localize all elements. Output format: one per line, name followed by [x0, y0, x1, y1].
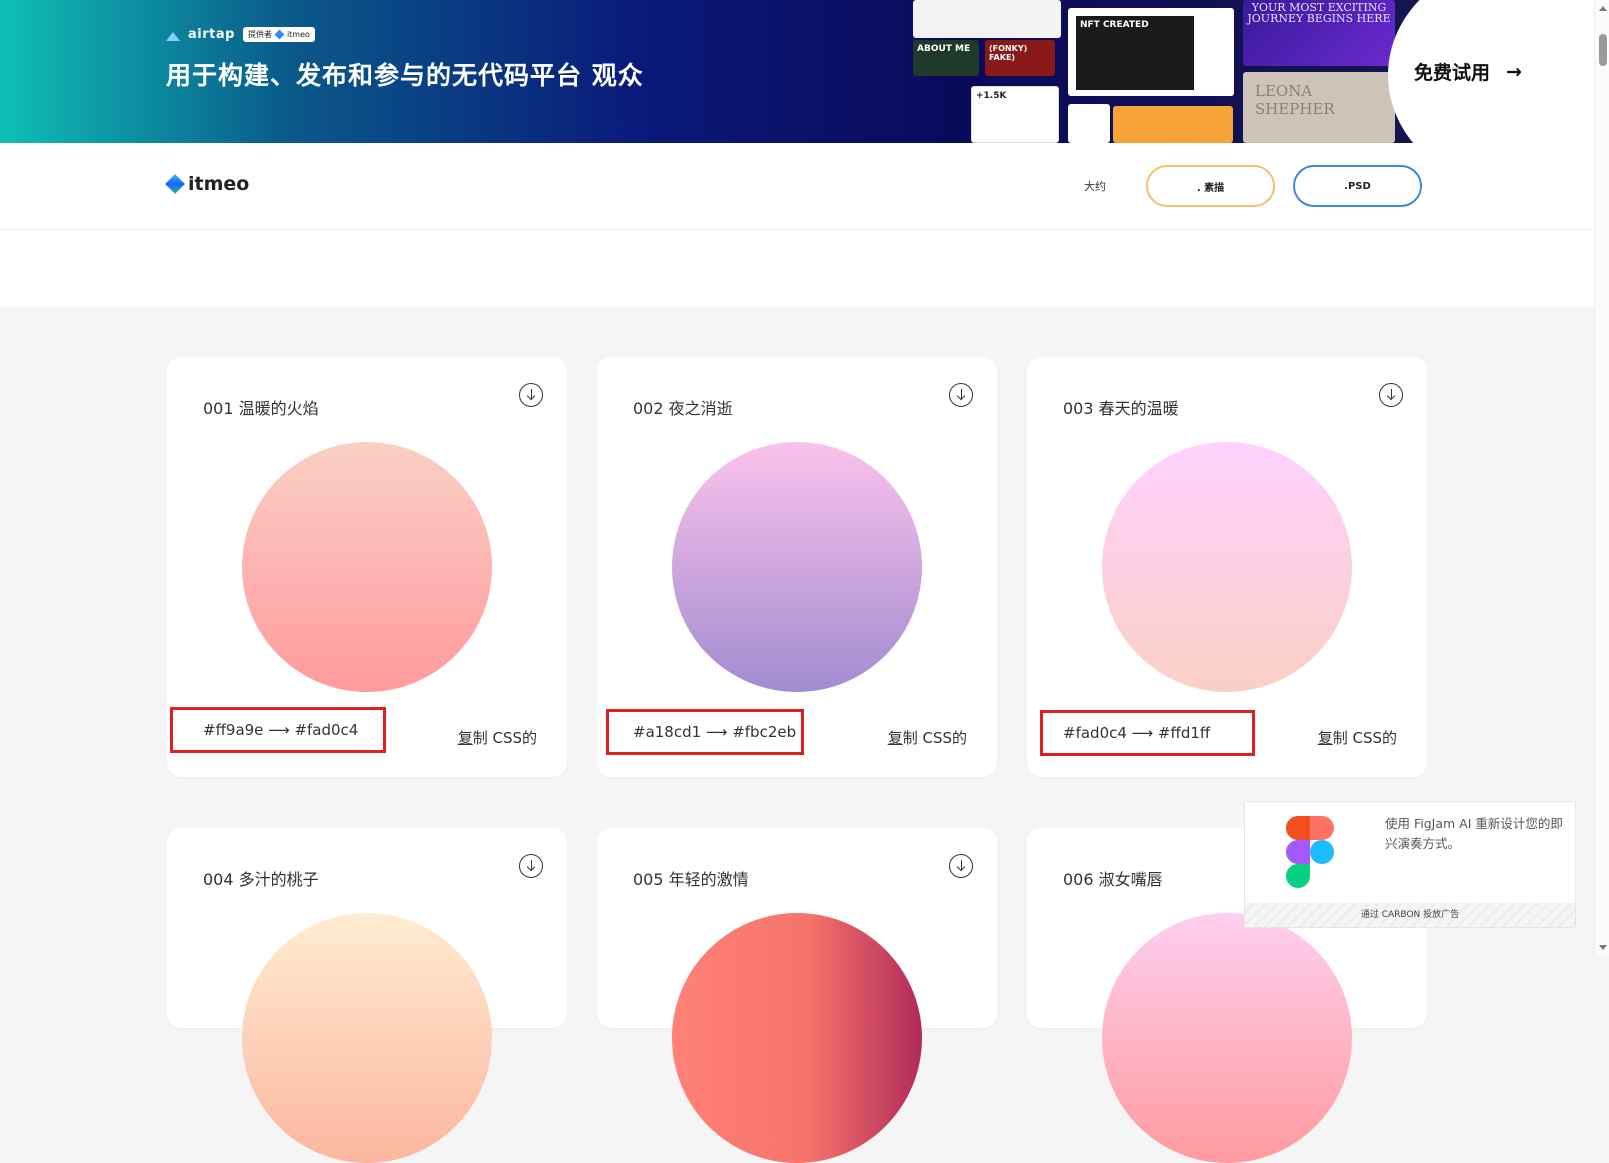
- card-title: 002 夜之消逝: [633, 399, 733, 418]
- thumb-fonky-label: (FONKY) FAKE): [989, 44, 1028, 62]
- gradient-card: 002 夜之消逝 #a18cd1 ⟶ #fbc2eb 复制 CSS的: [597, 357, 997, 777]
- copy-css-link[interactable]: 复制 CSS的: [458, 727, 537, 748]
- ad-text[interactable]: 使用 FigJam AI 重新设计您的即兴演奏方式。: [1385, 814, 1567, 854]
- hex-range-label: #fad0c4 ⟶ #ffd1ff: [1040, 710, 1255, 756]
- arrow-right-icon: →: [1506, 60, 1522, 83]
- download-icon[interactable]: [519, 854, 543, 878]
- card-title: 003 春天的温暖: [1063, 399, 1179, 418]
- card-title: 001 温暖的火焰: [203, 399, 319, 418]
- hex-range-label: #a18cd1 ⟶ #fbc2eb: [606, 709, 804, 755]
- copy-css-rest: 制 CSS的: [472, 729, 537, 747]
- figma-logo-icon: [1245, 802, 1375, 902]
- vertical-scrollbar[interactable]: [1594, 0, 1609, 956]
- banner-brand: airtap 提供者 itmeo: [166, 27, 315, 42]
- hex-range-label: #ff9a9e ⟶ #fad0c4: [170, 707, 386, 753]
- copy-css-prefix: 复: [457, 729, 473, 747]
- thumb-fonky: (FONKY) FAKE): [985, 40, 1055, 76]
- sketch-download-button[interactable]: . 素描: [1146, 165, 1275, 207]
- banner-thumbnails: ABOUT ME (FONKY) FAKE) +1.5K NFT CREATED…: [913, 0, 1395, 143]
- ad-footer[interactable]: 通过 CARBON 投放广告: [1245, 903, 1575, 927]
- scrollbar-thumb[interactable]: [1599, 34, 1607, 66]
- thumb-purple: [1068, 104, 1110, 143]
- thumb-stats: +1.5K: [971, 86, 1059, 143]
- download-icon[interactable]: [949, 383, 973, 407]
- copy-css-prefix: 复: [887, 729, 903, 747]
- thumb-leona: LEONA SHEPHER: [1243, 72, 1395, 143]
- free-trial-button[interactable]: 免费试用 →: [1414, 58, 1522, 85]
- airtap-logo-icon: [166, 29, 180, 41]
- promo-banner[interactable]: airtap 提供者 itmeo 用于构建、发布和参与的无代码平台 观众 ABO…: [0, 0, 1594, 143]
- psd-download-button[interactable]: .PSD: [1293, 165, 1422, 207]
- banner-brand-name: airtap: [188, 27, 235, 42]
- download-icon[interactable]: [949, 854, 973, 878]
- thumb-stat-label: +1.5K: [976, 91, 1007, 101]
- card-title: 004 多汁的桃子: [203, 870, 319, 889]
- itmeo-mini-icon: [274, 29, 285, 40]
- site-logo[interactable]: itmeo: [165, 173, 250, 195]
- copy-css-link[interactable]: 复制 CSS的: [1318, 727, 1397, 748]
- thumb-about-label: ABOUT ME: [917, 44, 971, 54]
- scroll-up-icon[interactable]: [1599, 6, 1607, 11]
- nav-about-link[interactable]: 大约: [1084, 178, 1106, 194]
- card-title: 006 淑女嘴唇: [1063, 870, 1163, 889]
- thumb-nft: NFT CREATED: [1068, 8, 1234, 96]
- provided-by-partner: itmeo: [286, 30, 310, 39]
- free-trial-label: 免费试用: [1414, 62, 1491, 84]
- download-icon[interactable]: [1379, 383, 1403, 407]
- copy-css-rest: 制 CSS的: [1332, 729, 1397, 747]
- gradient-card: 005 年轻的激情: [597, 828, 997, 1163]
- download-icon[interactable]: [519, 383, 543, 407]
- banner-headline: 用于构建、发布和参与的无代码平台 观众: [166, 61, 644, 90]
- gradient-card: 001 温暖的火焰 #ff9a9e ⟶ #fad0c4 复制 CSS的: [167, 357, 567, 777]
- gradient-circle: [242, 442, 492, 692]
- gradient-circle: [672, 442, 922, 692]
- thumb-journey: YOUR MOST EXCITING JOURNEY BEGINS HERE: [1243, 0, 1395, 66]
- gradient-circle: [672, 913, 922, 1163]
- thumb-about: ABOUT ME: [913, 40, 979, 76]
- itmeo-logo-icon: [165, 174, 185, 194]
- site-header: itmeo 大约 . 素描 .PSD: [0, 143, 1594, 230]
- carbon-ad[interactable]: 使用 FigJam AI 重新设计您的即兴演奏方式。 通过 CARBON 投放广…: [1244, 801, 1576, 928]
- gradient-card: 003 春天的温暖 #fad0c4 ⟶ #ffd1ff 复制 CSS的: [1027, 357, 1427, 777]
- gradient-circle: [1102, 913, 1352, 1163]
- thumb-profile: [913, 0, 1061, 38]
- card-title: 005 年轻的激情: [633, 870, 749, 889]
- gradient-circle: [242, 913, 492, 1163]
- site-logo-text: itmeo: [188, 173, 250, 195]
- spacer-band: [0, 230, 1594, 307]
- copy-css-prefix: 复: [1317, 729, 1333, 747]
- provided-by-badge: 提供者 itmeo: [242, 27, 315, 42]
- thumb-orange: [1113, 106, 1233, 143]
- scroll-down-icon[interactable]: [1599, 945, 1607, 950]
- copy-css-link[interactable]: 复制 CSS的: [888, 727, 967, 748]
- provided-by-label: 提供者: [247, 30, 272, 39]
- gradient-card: 004 多汁的桃子: [167, 828, 567, 1163]
- gradient-circle: [1102, 442, 1352, 692]
- copy-css-rest: 制 CSS的: [902, 729, 967, 747]
- thumb-nft-label: NFT CREATED: [1080, 20, 1149, 30]
